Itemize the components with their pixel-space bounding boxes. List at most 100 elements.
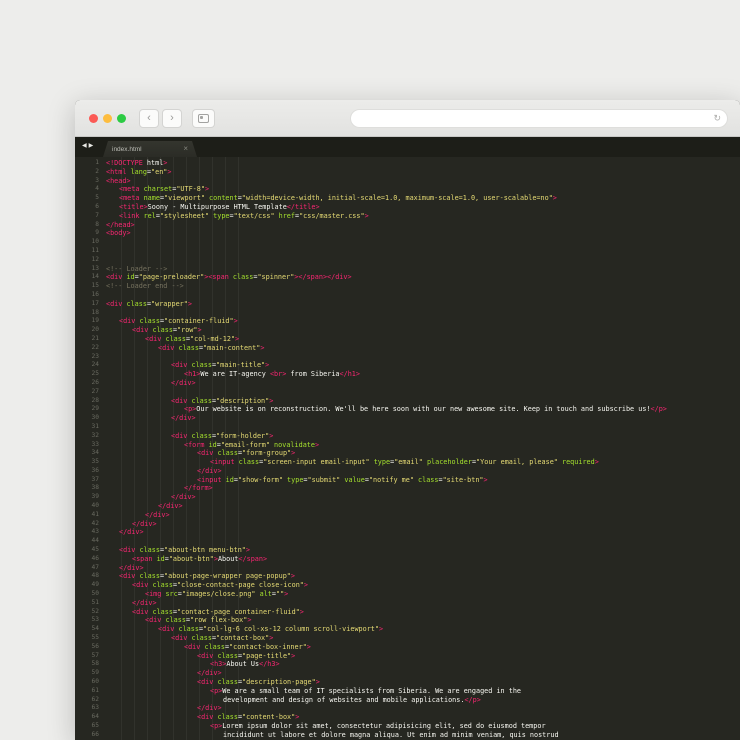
code-line: 11 (75, 247, 740, 256)
code-line-text: <!-- Loader end --> (106, 282, 184, 291)
line-number: 28 (91, 396, 99, 404)
refresh-icon[interactable]: ↻ (713, 113, 721, 123)
code-line-text: <div id="page-preloader"><span class="sp… (106, 273, 352, 282)
traffic-lights (89, 113, 126, 123)
line-number: 61 (91, 686, 99, 694)
line-number: 17 (91, 299, 99, 307)
line-number: 34 (91, 449, 99, 457)
code-line: 32 <div class="form-holder"> (75, 432, 740, 441)
code-line-text: <meta charset="UTF-8"> (119, 185, 210, 194)
code-line-text: <input id="show-form" type="submit" valu… (197, 475, 488, 484)
code-line-text: </div> (171, 493, 196, 502)
code-line-text: </div> (171, 378, 196, 387)
code-line-text: <div class="about-page-wrapper page-popu… (119, 572, 295, 581)
forward-button[interactable]: › (162, 108, 182, 128)
code-line: 24 <div class="main-title"> (75, 361, 740, 370)
code-line: 35 <input class="screen-input email-input… (75, 458, 740, 467)
code-line-text: <p>Our website is on reconstruction. We'… (184, 405, 667, 414)
code-line: 17 <div class="wrapper"> (75, 300, 740, 309)
code-line: 42 </div> (75, 520, 740, 529)
code-line: 15 <!-- Loader end --> (75, 282, 740, 291)
code-line-text: <div class="col-lg-6 col-xs-12 column sc… (158, 625, 384, 634)
code-line: 45 <div class="about-btn menu-btn"> (75, 546, 740, 555)
code-line: 60 <div class="description-page"> (75, 678, 740, 687)
code-line-text: <form id="email-form" novalidate> (184, 440, 320, 449)
tab-overview-button[interactable] (192, 108, 215, 128)
line-number: 53 (91, 616, 99, 624)
line-number: 39 (91, 493, 99, 501)
code-editor: ◀▶ index.html × 1 <!DOCTYPE html> 2 <html l… (75, 137, 740, 740)
code-line-text: <div class="page-title"> (197, 651, 296, 660)
line-number: 13 (91, 264, 99, 272)
code-line: 13 <!-- Loader --> (75, 265, 740, 274)
line-number: 15 (91, 282, 99, 290)
line-number: 64 (91, 713, 99, 721)
code-line: 36 </div> (75, 467, 740, 476)
code-line-text: </div> (132, 598, 157, 607)
code-line: 25 <h1>We are IT-agency <br> from Siberia… (75, 370, 740, 379)
code-line: 49 <div class="close-contact-page close-i… (75, 581, 740, 590)
line-number: 54 (91, 625, 99, 633)
code-line-text: </div> (171, 414, 196, 423)
tab-index-html[interactable]: index.html × (103, 141, 197, 157)
code-line: 58 <h3>About Us</h3> (75, 660, 740, 669)
tab-label: index.html (112, 145, 142, 153)
code-line: 10 (75, 238, 740, 247)
code-line-text: <div class="form-holder"> (171, 431, 274, 440)
minimize-window-button[interactable] (103, 113, 112, 123)
line-number: 7 (95, 211, 99, 219)
code-line-text: </div> (119, 528, 144, 537)
code-line-text: <div class="main-title"> (171, 361, 270, 370)
code-line: 14 <div id="page-preloader"><span class="… (75, 273, 740, 282)
code-line: 64 <div class="content-box"> (75, 713, 740, 722)
code-line-text: development and design of websites and m… (223, 695, 481, 704)
code-line: 52 <div class="contact-page container-flu… (75, 608, 740, 617)
line-number: 37 (91, 475, 99, 483)
code-line-text: <body> (106, 229, 131, 238)
url-input[interactable] (357, 112, 714, 124)
line-number: 47 (91, 563, 99, 571)
code-line: 2 <html lang="en"> (75, 168, 740, 177)
back-button[interactable]: ‹ (139, 108, 159, 128)
code-line: 43 </div> (75, 528, 740, 537)
title-bar: ‹ › ↻ (75, 100, 740, 137)
code-line-text: </div> (197, 669, 222, 678)
code-line-text: <div class="main-content"> (158, 343, 265, 352)
line-number: 45 (91, 546, 99, 554)
line-number: 6 (95, 202, 99, 210)
editor-nav-arrows-icon[interactable]: ◀▶ (82, 142, 95, 149)
code-line: 26 </div> (75, 379, 740, 388)
code-line-text: </div> (158, 502, 183, 511)
close-window-button[interactable] (89, 113, 98, 123)
line-number: 33 (91, 440, 99, 448)
code-line-text: </div> (197, 466, 222, 475)
code-line: 40 </div> (75, 502, 740, 511)
code-line-text: <html lang="en"> (106, 167, 172, 176)
code-area[interactable]: 1 <!DOCTYPE html> 2 <html lang="en"> 3 <head>… (75, 157, 740, 740)
line-number: 16 (91, 290, 99, 298)
zoom-window-button[interactable] (117, 113, 126, 123)
code-line-text: <h1>We are IT-agency <br> from Siberia</… (184, 370, 360, 379)
code-line: 34 <div class="form-group"> (75, 449, 740, 458)
code-line-text: </form> (184, 484, 213, 493)
code-line-text: <title>Soony - Multipurpose HTML Templat… (119, 202, 320, 211)
code-line: 20 <div class="row"> (75, 326, 740, 335)
line-number: 24 (91, 361, 99, 369)
close-tab-icon[interactable]: × (183, 145, 188, 153)
code-line-text: <div class="close-contact-page close-ico… (132, 581, 308, 590)
code-line-text: </div> (145, 510, 170, 519)
code-line: 46 <span id="about-btn">About</span> (75, 555, 740, 564)
line-number: 20 (91, 326, 99, 334)
line-number: 27 (91, 387, 99, 395)
line-number: 11 (91, 246, 99, 254)
code-line: 22 <div class="main-content"> (75, 344, 740, 353)
code-line: 50 <img src="images/close.png" alt=""> (75, 590, 740, 599)
line-number: 50 (91, 590, 99, 598)
code-line: 9 <body> (75, 229, 740, 238)
code-line: 4 <meta charset="UTF-8"> (75, 185, 740, 194)
browser-window: ‹ › ↻ ◀▶ index.html × 1 <!DOCTYPE html> 2 <… (75, 100, 740, 740)
code-line: 5 <meta name="viewport" content="width=de… (75, 194, 740, 203)
line-number: 25 (91, 370, 99, 378)
code-line: 19 <div class="container-fluid"> (75, 317, 740, 326)
code-line: 47 </div> (75, 564, 740, 573)
